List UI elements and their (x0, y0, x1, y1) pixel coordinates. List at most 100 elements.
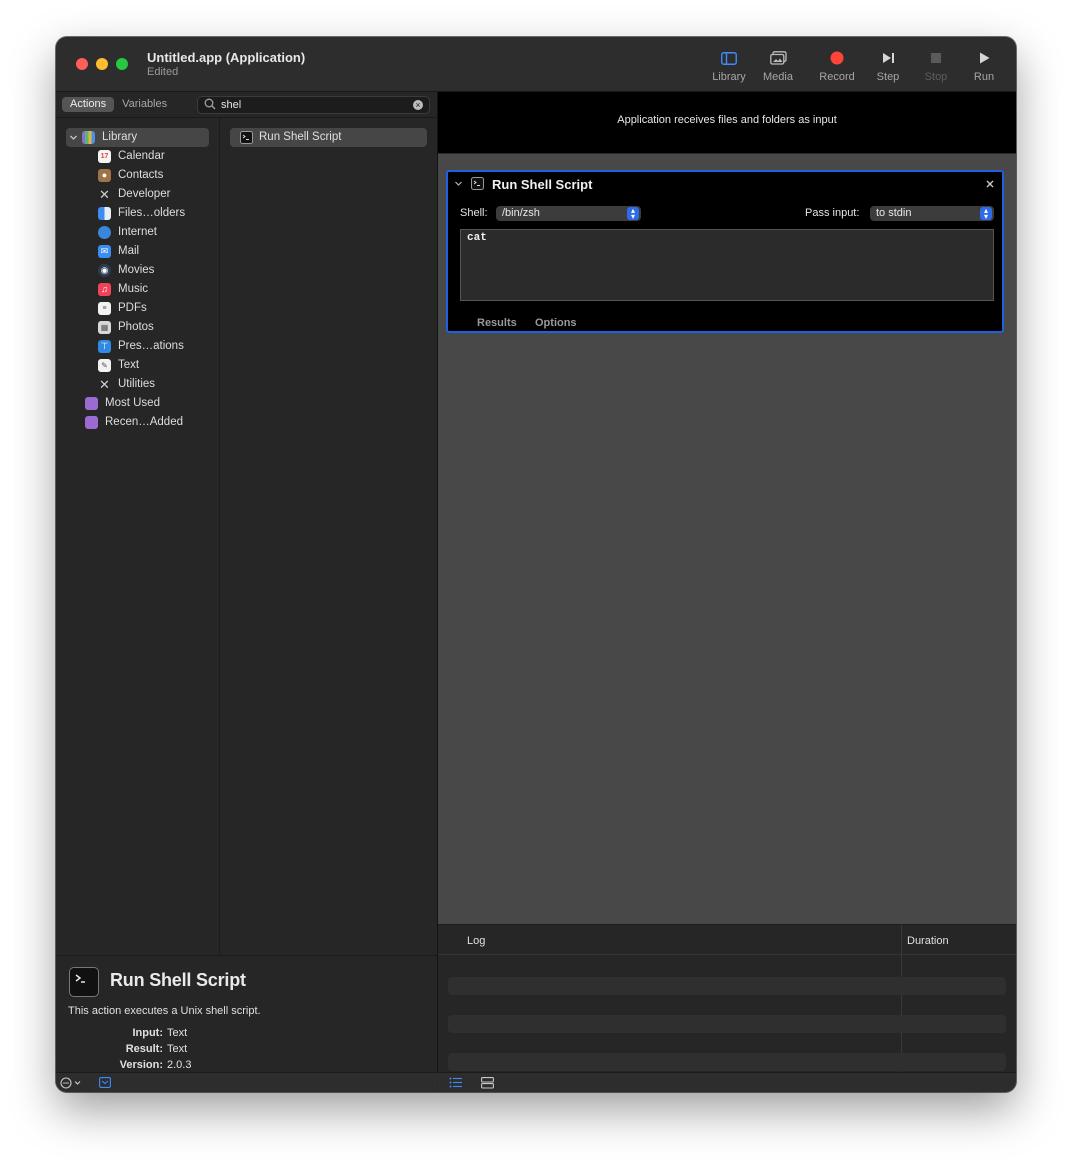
tree-item-label: Recen…Added (105, 416, 183, 428)
select-arrows-icon: ▴ ▾ (980, 207, 992, 221)
pdf-icon: ≡ (98, 302, 111, 315)
workflow-bottom-bar (438, 1072, 1016, 1092)
log-row (448, 977, 1006, 995)
music-icon: ♫ (98, 283, 111, 296)
tree-item-presentations[interactable]: ⊤ Pres…ations (98, 337, 184, 356)
calendar-icon: 17 (98, 150, 111, 163)
tree-item-pdfs[interactable]: ≡ PDFs (98, 299, 147, 318)
tree-item-movies[interactable]: ◉ Movies (98, 261, 154, 280)
action-title: Run Shell Script (492, 177, 593, 192)
media-toolbar-button[interactable]: Media (751, 47, 805, 87)
stop-toolbar-button[interactable]: Stop (909, 47, 963, 87)
tree-item-label: Photos (118, 321, 154, 333)
search-input[interactable] (221, 97, 401, 113)
minimize-window-button[interactable] (96, 58, 108, 70)
options-tab[interactable]: Options (535, 317, 577, 329)
library-toolbar-button[interactable]: Library (702, 47, 756, 87)
tree-item-recently-added[interactable]: Recen…Added (85, 413, 183, 432)
shell-label: Shell: (460, 207, 488, 219)
meta-value: 2.0.3 (167, 1059, 192, 1071)
globe-icon (98, 226, 111, 239)
tree-item-label: Movies (118, 264, 155, 276)
tree-item-mail[interactable]: ✉ Mail (98, 242, 139, 261)
tree-item-photos[interactable]: ▦ Photos (98, 318, 154, 337)
close-icon[interactable] (986, 180, 994, 188)
log-row (448, 1053, 1006, 1071)
movies-icon: ◉ (98, 264, 111, 277)
utilities-icon: ✕ (99, 377, 110, 392)
log-column-header[interactable]: Log (467, 935, 485, 947)
select-arrows-icon: ▴ ▾ (627, 207, 639, 221)
library-segmented-control: Actions Variables (62, 97, 188, 112)
collapse-chevron-icon[interactable] (454, 179, 463, 188)
action-menu-icon[interactable] (60, 1077, 82, 1089)
tree-item-calendar[interactable]: 17 Calendar (98, 147, 165, 166)
play-icon (979, 52, 989, 64)
library-search-field[interactable]: × (197, 96, 430, 114)
shell-select[interactable]: /bin/zsh ▴ ▾ (496, 206, 641, 221)
pass-input-select[interactable]: to stdin ▴ ▾ (870, 206, 994, 221)
window-title: Untitled.app (Application) (147, 50, 306, 65)
terminal-icon (471, 177, 484, 190)
step-icon (882, 53, 894, 63)
tree-item-label: Utilities (118, 378, 156, 390)
tree-item-internet[interactable]: Internet (98, 223, 157, 242)
action-description-panel: Run Shell Script This action executes a … (56, 955, 437, 1073)
workflow-pane: Application receives files and folders a… (438, 92, 1016, 1073)
terminal-icon (240, 131, 253, 144)
meta-key: Version: (119, 1059, 163, 1071)
tree-item-library[interactable]: Library (66, 128, 209, 147)
tree-item-files-folders[interactable]: Files…olders (98, 204, 185, 223)
action-item-run-shell-script[interactable]: Run Shell Script (230, 128, 427, 147)
text-icon: ✎ (98, 359, 111, 372)
record-toolbar-button[interactable]: Record (810, 47, 864, 87)
automator-window: Untitled.app (Application) Edited Librar… (56, 37, 1016, 1092)
log-row (448, 1015, 1006, 1033)
tree-item-utilities[interactable]: ✕ Utilities (98, 375, 155, 394)
tree-item-label: Most Used (105, 397, 160, 409)
duration-column-header[interactable]: Duration (907, 935, 949, 947)
meta-value: Text (167, 1043, 188, 1055)
clear-search-icon[interactable]: × (413, 100, 423, 110)
close-window-button[interactable] (76, 58, 88, 70)
description-text: This action executes a Unix shell script… (68, 1005, 261, 1017)
run-shell-script-action[interactable]: Run Shell Script Shell: /bin/zsh ▴ ▾ Pass… (446, 170, 1004, 333)
actions-tab[interactable]: Actions (62, 97, 115, 112)
column-divider (901, 925, 902, 1073)
tree-item-contacts[interactable]: ● Contacts (98, 166, 163, 185)
contacts-icon: ● (98, 169, 111, 182)
record-toolbar-label: Record (819, 71, 855, 83)
library-bottom-bar (56, 1072, 437, 1092)
terminal-icon (69, 967, 99, 997)
variables-tab[interactable]: Variables (114, 97, 175, 112)
step-toolbar-button[interactable]: Step (861, 47, 915, 87)
sidebar-icon (721, 51, 737, 65)
tree-item-music[interactable]: ♫ Music (98, 280, 148, 299)
meta-key: Input: (132, 1027, 163, 1039)
tree-item-text[interactable]: ✎ Text (98, 356, 139, 375)
library-pane: Actions Variables × Library 17 Calendar ●… (56, 92, 438, 1073)
workflow-header: Application receives files and folders a… (438, 92, 1016, 154)
finder-icon (98, 207, 111, 220)
split-view-icon[interactable] (481, 1077, 494, 1089)
tree-item-label: Files…olders (118, 207, 186, 219)
tree-item-developer[interactable]: ✕ Developer (98, 185, 170, 204)
zoom-window-button[interactable] (116, 58, 128, 70)
step-toolbar-label: Step (876, 71, 900, 83)
run-toolbar-button[interactable]: Run (957, 47, 1011, 87)
script-editor[interactable]: cat (460, 229, 994, 301)
description-toggle-icon[interactable] (99, 1077, 111, 1088)
results-tab[interactable]: Results (477, 317, 517, 329)
media-icon (769, 51, 787, 65)
pass-input-label: Pass input: (805, 207, 860, 219)
tree-item-label: Calendar (118, 150, 165, 162)
meta-value: Text (167, 1027, 188, 1039)
tree-item-most-used[interactable]: Most Used (85, 394, 160, 413)
meta-key: Result: (125, 1043, 163, 1055)
action-item-label: Run Shell Script (259, 131, 342, 143)
smart-folder-icon (85, 416, 98, 429)
library-tree: Library 17 Calendar ● Contacts ✕ Developer … (56, 118, 220, 955)
developer-icon: ✕ (99, 187, 110, 202)
list-view-icon[interactable] (449, 1077, 462, 1088)
actions-list: Run Shell Script (220, 118, 437, 955)
